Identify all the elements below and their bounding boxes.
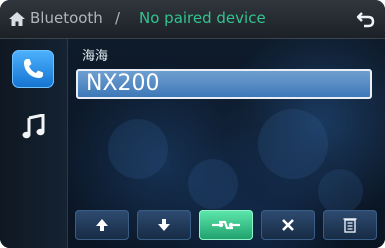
close-icon bbox=[282, 219, 294, 231]
arrow-up-icon bbox=[96, 219, 108, 231]
background-bokeh bbox=[108, 119, 168, 179]
phone-tab[interactable] bbox=[12, 50, 54, 88]
move-down-button[interactable] bbox=[137, 210, 191, 240]
background-bokeh bbox=[318, 169, 363, 214]
contact-name-label: 海海 bbox=[82, 49, 109, 64]
breadcrumb-title: Bluetooth bbox=[30, 9, 103, 27]
background-bokeh bbox=[188, 159, 238, 209]
music-note-icon bbox=[22, 114, 45, 139]
phone-icon bbox=[24, 59, 43, 78]
delete-trash-icon bbox=[343, 218, 357, 233]
close-button[interactable] bbox=[261, 210, 315, 240]
main-panel: 海海 NX200 bbox=[68, 39, 385, 248]
home-icon[interactable] bbox=[8, 10, 26, 28]
paired-device-status: No paired device bbox=[139, 9, 266, 27]
app-window: Bluetooth / No paired device 海海 NX200 bbox=[0, 0, 385, 248]
device-name-field[interactable]: NX200 bbox=[76, 69, 372, 99]
breadcrumb-separator: / bbox=[115, 9, 121, 27]
delete-button[interactable] bbox=[323, 210, 377, 240]
arrow-down-icon bbox=[158, 219, 170, 231]
sidebar bbox=[0, 39, 68, 248]
pair-connect-button[interactable] bbox=[199, 210, 253, 240]
move-up-button[interactable] bbox=[75, 210, 129, 240]
music-tab[interactable] bbox=[12, 108, 54, 146]
header-bar: Bluetooth / No paired device bbox=[0, 0, 385, 39]
background-bokeh bbox=[258, 109, 328, 179]
back-icon[interactable] bbox=[356, 10, 376, 28]
pair-connect-icon bbox=[212, 220, 240, 230]
